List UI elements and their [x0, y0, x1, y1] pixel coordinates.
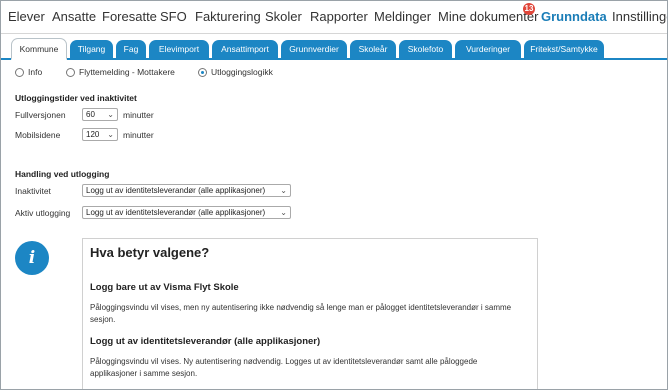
- fullversjon-label: Fullversjonen: [15, 110, 66, 120]
- chevron-down-icon: ⌄: [107, 130, 114, 139]
- tab-fritekst-samtykke[interactable]: Fritekst/Samtykke: [524, 40, 604, 58]
- nav-rapporter[interactable]: Rapporter: [310, 9, 368, 24]
- info-section-2-text: Påloggingsvindu vil vises. Ny autentiser…: [90, 357, 478, 378]
- top-navigation: Elever Ansatte Foresatte SFO Fakturering…: [1, 1, 667, 34]
- content-area: Info Flyttemelding - Mottakere Utlogging…: [1, 60, 667, 389]
- app-window: Elever Ansatte Foresatte SFO Fakturering…: [0, 0, 668, 390]
- chevron-down-icon: ⌄: [280, 186, 287, 195]
- tab-tilgang[interactable]: Tilgang: [70, 40, 113, 58]
- tab-ansattimport[interactable]: Ansattimport: [212, 40, 278, 58]
- aktiv-utlogging-select[interactable]: Logg ut av identitetsleverandør (alle ap…: [82, 206, 291, 219]
- inaktivitet-label: Inaktivitet: [15, 186, 51, 196]
- tab-skolefoto[interactable]: Skolefoto: [399, 40, 452, 58]
- chevron-down-icon: ⌄: [280, 208, 287, 217]
- tab-bar: Kommune Tilgang Fag Elevimport Ansattimp…: [1, 34, 667, 60]
- mobilsidene-select[interactable]: 120 ⌄: [82, 128, 118, 141]
- nav-elever[interactable]: Elever: [8, 9, 45, 24]
- mobilsidene-unit: minutter: [123, 130, 154, 140]
- notification-badge: 13: [523, 3, 535, 15]
- tab-skolear[interactable]: Skoleår: [350, 40, 396, 58]
- chevron-down-icon: ⌄: [107, 110, 114, 119]
- mobilsidene-label: Mobilsidene: [15, 130, 61, 140]
- radio-flyttemelding-label: Flyttemelding - Mottakere: [79, 67, 175, 77]
- info-box: Hva betyr valgene? Logg bare ut av Visma…: [82, 238, 538, 389]
- radio-info[interactable]: [15, 68, 24, 77]
- logout-handling-heading: Handling ved utlogging: [15, 169, 110, 179]
- tab-kommune[interactable]: Kommune: [11, 38, 67, 60]
- info-section-1-heading: Logg bare ut av Visma Flyt Skole: [90, 282, 239, 293]
- nav-fakturering[interactable]: Fakturering: [195, 9, 261, 24]
- timeouts-heading: Utloggingstider ved inaktivitet: [15, 93, 137, 103]
- info-section-2-heading: Logg ut av identitetsleverandør (alle ap…: [90, 336, 321, 347]
- info-section-1-text: Påloggingsvindu vil vises, men ny autent…: [90, 303, 512, 324]
- info-title: Hva betyr valgene?: [90, 245, 210, 260]
- aktiv-utlogging-label: Aktiv utlogging: [15, 208, 71, 218]
- tab-elevimport[interactable]: Elevimport: [149, 40, 209, 58]
- nav-foresatte[interactable]: Foresatte: [102, 9, 157, 24]
- tab-fag[interactable]: Fag: [116, 40, 146, 58]
- nav-skoler[interactable]: Skoler: [265, 9, 302, 24]
- radio-utloggingslogikk[interactable]: [198, 68, 207, 77]
- nav-ansatte[interactable]: Ansatte: [52, 9, 96, 24]
- tab-vurderinger[interactable]: Vurderinger: [455, 40, 521, 58]
- radio-utloggingslogikk-label: Utloggingslogikk: [211, 67, 273, 77]
- nav-grunndata[interactable]: Grunndata: [541, 9, 607, 24]
- tab-grunnverdier[interactable]: Grunnverdier: [281, 40, 347, 58]
- radio-flyttemelding[interactable]: [66, 68, 75, 77]
- fullversjon-select[interactable]: 60 ⌄: [82, 108, 118, 121]
- inaktivitet-select[interactable]: Logg ut av identitetsleverandør (alle ap…: [82, 184, 291, 197]
- info-icon: i: [15, 241, 49, 275]
- fullversjon-unit: minutter: [123, 110, 154, 120]
- nav-innstillinger[interactable]: Innstillinger: [612, 9, 667, 24]
- nav-meldinger[interactable]: Meldinger: [374, 9, 431, 24]
- radio-info-label: Info: [28, 67, 43, 77]
- nav-sfo[interactable]: SFO: [160, 9, 187, 24]
